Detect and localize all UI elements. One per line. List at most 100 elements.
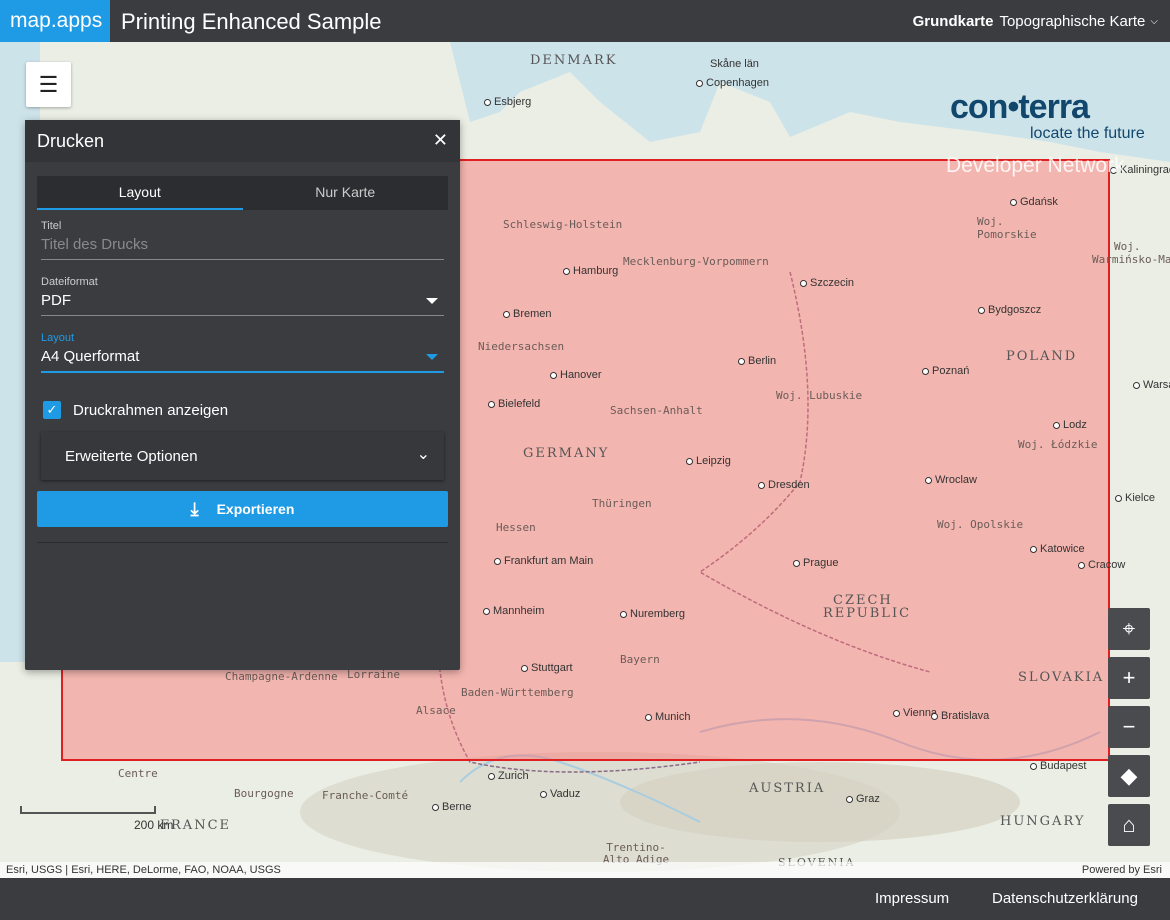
checkbox-checked-icon[interactable]: ✓ <box>43 401 61 419</box>
map-label: Berne <box>432 801 471 813</box>
map-label: HUNGARY <box>1000 814 1086 829</box>
home-icon: ⌂ <box>1122 812 1136 837</box>
layout-value: A4 Querformat <box>41 348 140 365</box>
basemap-value: Topographische Karte <box>999 13 1146 30</box>
map-label: Leipzig <box>686 455 731 467</box>
map-label: Dresden <box>758 479 810 491</box>
locate-icon: ⌖ <box>1122 616 1136 641</box>
title-input[interactable]: Titel des Drucks <box>41 232 444 260</box>
map-label: Woj. Pomorskie <box>977 215 1037 241</box>
map-label: Skåne län <box>710 58 759 70</box>
map-label: Nuremberg <box>620 608 685 620</box>
impressum-link[interactable]: Impressum <box>875 878 949 920</box>
print-frame-checkbox-row[interactable]: ✓ Druckrahmen anzeigen <box>43 401 228 419</box>
dropdown-arrow-icon <box>426 354 438 360</box>
map-label: Bydgoszcz <box>978 304 1041 316</box>
format-label: Dateiformat <box>41 276 98 288</box>
basemap-label: Grundkarte <box>912 13 994 30</box>
advanced-options-toggle[interactable]: Erweiterte Optionen ⌄ <box>41 432 444 480</box>
brand-logo[interactable]: map.apps <box>0 0 110 42</box>
checkbox-label: Druckrahmen anzeigen <box>73 401 229 419</box>
menu-button[interactable]: ☰ <box>26 62 71 107</box>
scale-label: 200 km <box>134 818 174 832</box>
map-label: REPUBLIC <box>823 606 912 621</box>
scale-bar <box>20 806 156 814</box>
map-label: Sachsen-Anhalt <box>610 404 703 417</box>
map-label: Munich <box>645 711 690 723</box>
map-label: AUSTRIA <box>749 781 826 796</box>
layout-select[interactable]: A4 Querformat <box>41 344 444 373</box>
basemap-selector[interactable]: Grundkarte Topographische Karte ⌵ <box>913 0 1158 44</box>
map-label: Woj. Opolskie <box>937 518 1024 531</box>
compass-icon: ◆ <box>1120 763 1138 788</box>
export-button[interactable]: ⤓ Exportieren <box>37 491 448 527</box>
export-label: Exportieren <box>216 501 295 517</box>
map-label: Baden-Württemberg <box>461 686 574 699</box>
map-label: Katowice <box>1030 543 1085 555</box>
map-label: Wroclaw <box>925 474 977 486</box>
map-label: Bayern <box>620 653 660 666</box>
zoom-out-icon: − <box>1122 714 1136 739</box>
powered-by[interactable]: Powered by Esri <box>1082 862 1162 878</box>
title-label: Titel <box>41 220 62 232</box>
title-field: Titel Titel des Drucks <box>41 220 444 260</box>
map-label: Bremen <box>503 308 552 320</box>
map-label: POLAND <box>1006 349 1078 364</box>
download-icon: ⤓ <box>190 498 199 519</box>
map-label: Graz <box>846 793 880 805</box>
map-label: Frankfurt am Main <box>494 555 593 567</box>
map-label: Woj. Lubuskie <box>776 389 863 402</box>
map-label: Champagne-Ardenne <box>225 670 338 683</box>
conterra-logo: con•terra locate the future Developer Ne… <box>946 88 1150 177</box>
format-select[interactable]: PDF <box>41 288 444 316</box>
panel-tabs: Layout Nur Karte <box>37 176 448 210</box>
map-label: Hessen <box>496 521 536 534</box>
zoom-out-button[interactable]: − <box>1108 706 1150 748</box>
map-label: Szczecin <box>800 277 854 289</box>
chevron-down-icon: ⌵ <box>1150 16 1158 28</box>
map-label: Berlin <box>738 355 776 367</box>
map-label: Gdańsk <box>1010 196 1058 208</box>
map-label: DENMARK <box>530 53 618 68</box>
format-value: PDF <box>41 292 71 309</box>
advanced-options-label: Erweiterte Optionen <box>65 447 198 465</box>
map-attribution: Esri, USGS | Esri, HERE, DeLorme, FAO, N… <box>0 862 1170 878</box>
map-label: Vaduz <box>540 788 580 800</box>
map-label: Prague <box>793 557 838 569</box>
attribution-text: Esri, USGS | Esri, HERE, DeLorme, FAO, N… <box>6 864 281 876</box>
tab-nur-karte[interactable]: Nur Karte <box>243 176 449 210</box>
compass-button[interactable]: ◆ <box>1108 755 1150 797</box>
zoom-in-icon: + <box>1122 665 1136 690</box>
map-label: Mannheim <box>483 605 544 617</box>
zoom-in-button[interactable]: + <box>1108 657 1150 699</box>
locate-button[interactable]: ⌖ <box>1108 608 1150 650</box>
logo-network: Developer Network <box>946 154 1125 177</box>
layout-field: Layout A4 Querformat <box>41 332 444 373</box>
map-label: Bielefeld <box>488 398 540 410</box>
divider <box>37 542 448 543</box>
map-label: SLOVAKIA <box>1018 670 1105 685</box>
format-field: Dateiformat PDF <box>41 276 444 316</box>
map-label: Lodz <box>1053 419 1087 431</box>
layout-label: Layout <box>41 332 75 344</box>
privacy-link[interactable]: Datenschutzerklärung <box>992 878 1138 920</box>
hamburger-icon: ☰ <box>38 71 59 97</box>
panel-title: Drucken <box>37 130 105 151</box>
map-label: Esbjerg <box>484 96 531 108</box>
logo-main: con•terra <box>950 88 1090 126</box>
print-panel: Drucken ✕ Layout Nur Karte Titel Titel d… <box>25 120 460 670</box>
app-title: Printing Enhanced Sample <box>121 9 382 34</box>
dropdown-arrow-icon <box>426 298 438 304</box>
close-icon[interactable]: ✕ <box>433 130 448 151</box>
home-button[interactable]: ⌂ <box>1108 804 1150 846</box>
map-label: Zurich <box>488 770 529 782</box>
map-label: Schleswig-Holstein <box>503 218 623 231</box>
map-label: Bratislava <box>931 710 989 722</box>
map-label: Niedersachsen <box>478 340 565 353</box>
map-label: Alsace <box>416 704 456 717</box>
map-label: Poznań <box>922 365 969 377</box>
map-label: GERMANY <box>523 446 610 461</box>
map-label: Franche-Comté <box>322 789 409 802</box>
map-label: Bourgogne <box>234 787 294 800</box>
tab-layout[interactable]: Layout <box>37 176 243 210</box>
